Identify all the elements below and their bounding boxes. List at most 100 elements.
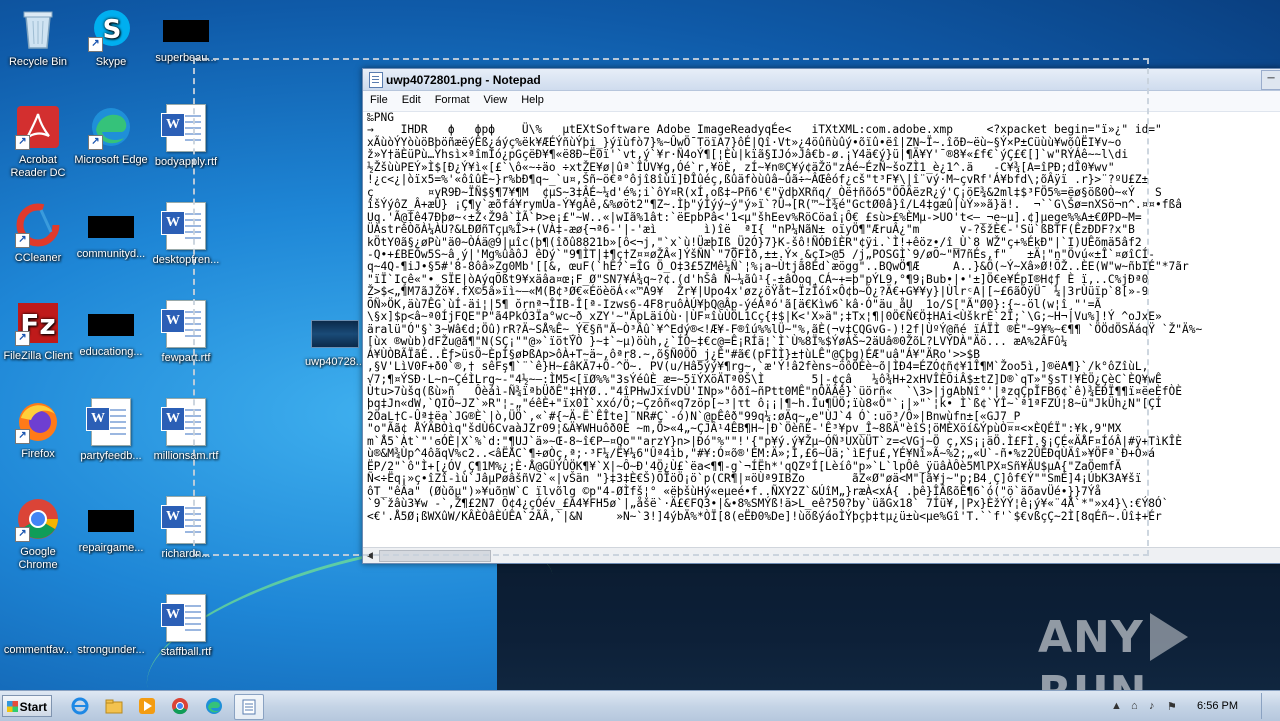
desktop-icon-superbeau[interactable]: superbeau... — [148, 6, 224, 65]
desktop-icon-firefox[interactable]: ↗ Firefox — [0, 398, 76, 461]
svg-text:S: S — [103, 15, 122, 45]
desktop-icon-fewpart[interactable]: W fewpart.rtf — [148, 300, 224, 365]
windows-logo-icon — [7, 701, 18, 712]
start-button[interactable]: Start — [2, 695, 52, 717]
icon-label: FileZilla Client — [3, 350, 73, 362]
watermark-text-right: RUN — [1038, 667, 1147, 690]
watermark-text-left: ANY — [1038, 612, 1144, 663]
minimize-button[interactable]: ─ — [1261, 70, 1280, 90]
icon-label: communityd... — [76, 248, 146, 260]
desktop-icon-skype[interactable]: S ↗ Skype — [73, 6, 149, 69]
word-doc-icon: W — [86, 398, 131, 446]
skype-icon: S ↗ — [88, 6, 134, 52]
show-hidden-icons-icon[interactable]: ▲ — [1111, 700, 1122, 712]
blank-icon — [15, 610, 61, 640]
explorer-icon — [105, 699, 123, 714]
window-title: uwp4072801.png - Notepad — [386, 73, 541, 87]
icon-label: Recycle Bin — [8, 56, 68, 68]
desktop-icon-staffball[interactable]: W staffball.rtf — [148, 594, 224, 659]
acrobat-icon: ↗ — [15, 104, 61, 150]
icon-label: richardn... — [161, 548, 211, 560]
desktop-icon-commentfav[interactable]: commentfav... — [0, 610, 76, 657]
horizontal-scrollbar[interactable]: ◀ — [363, 547, 1280, 563]
taskbar-edge[interactable] — [200, 694, 228, 718]
firefox-icon: ↗ — [15, 398, 61, 444]
icon-label: desktopfren... — [152, 254, 220, 266]
anyrun-watermark: ANY RUN — [1038, 612, 1280, 690]
icon-label: Acrobat Reader DC — [10, 154, 66, 179]
redacted-icon — [88, 510, 134, 532]
taskbar-notepad[interactable] — [234, 694, 264, 720]
edge-icon: ↗ — [88, 104, 134, 150]
menu-bar: File Edit Format View Help — [363, 91, 1280, 112]
desktop-icon-desktopfren[interactable]: W desktopfren... — [148, 202, 224, 267]
chrome-icon — [172, 698, 188, 715]
shortcut-arrow-icon: ↗ — [15, 135, 30, 150]
ie-icon — [71, 697, 89, 715]
shortcut-arrow-icon: ↗ — [15, 429, 30, 444]
redacted-icon — [88, 314, 134, 336]
image-thumbnail-icon — [311, 320, 359, 348]
word-doc-icon: W — [161, 300, 206, 348]
notepad-window[interactable]: uwp4072801.png - Notepad ─ File Edit Forma… — [362, 68, 1280, 564]
notepad-text-area[interactable]: ‰PNG → IHDR ϕ фрф Ü\% µtEXtSoftware Adob… — [363, 111, 1280, 547]
scroll-left-icon[interactable]: ◀ — [366, 550, 373, 561]
icon-label: CCleaner — [14, 252, 62, 264]
icon-label: partyfeedb... — [80, 450, 142, 462]
shortcut-arrow-icon: ↗ — [88, 135, 103, 150]
redacted-icon — [163, 20, 209, 42]
scrollbar-thumb[interactable] — [379, 550, 491, 562]
notepad-icon — [242, 699, 256, 715]
system-tray: ▲ ⌂ ♪ ⚑ 6:56 PM — [1105, 691, 1280, 721]
desktop-icon-filezilla[interactable]: Fz ↗ FileZilla Client — [0, 300, 76, 363]
notepad-icon — [369, 72, 383, 88]
taskbar-media-player[interactable] — [133, 694, 161, 718]
icon-label: superbeau... — [155, 52, 217, 64]
volume-icon[interactable]: ♪ — [1149, 700, 1155, 712]
taskbar-ie[interactable] — [66, 694, 94, 718]
play-logo-icon — [1149, 613, 1188, 661]
desktop-icon-communityd[interactable]: communityd... — [73, 202, 149, 261]
menu-file[interactable]: File — [363, 91, 395, 106]
desktop-icon-richardn[interactable]: W richardn... — [148, 496, 224, 561]
show-desktop-button[interactable] — [1261, 693, 1276, 719]
desktop-icon-chrome[interactable]: ↗ Google Chrome — [0, 496, 76, 572]
redacted-icon — [88, 216, 134, 238]
chrome-icon: ↗ — [15, 496, 61, 542]
icon-label: strongunder... — [77, 644, 145, 656]
menu-help[interactable]: Help — [514, 91, 551, 106]
media-player-icon — [139, 698, 155, 714]
desktop-icon-strongunder[interactable]: strongunder... — [73, 610, 149, 657]
desktop-icon-repairgame[interactable]: repairgame... — [73, 496, 149, 555]
notepad-titlebar[interactable]: uwp4072801.png - Notepad ─ — [363, 69, 1280, 91]
desktop-icon-acrobat[interactable]: ↗ Acrobat Reader DC — [0, 104, 76, 180]
network-icon[interactable]: ⌂ — [1131, 700, 1138, 712]
word-doc-icon: W — [161, 202, 206, 250]
edge-icon — [206, 698, 222, 714]
recycle-bin-icon — [15, 6, 61, 52]
desktop-icon-ccleaner[interactable]: ↗ CCleaner — [0, 202, 76, 265]
desktop-icon-millionsam[interactable]: W millionsam.rtf — [148, 398, 224, 463]
shortcut-arrow-icon: ↗ — [88, 37, 103, 52]
clock[interactable]: 6:56 PM — [1197, 700, 1238, 712]
start-label: Start — [19, 700, 47, 714]
ccleaner-icon: ↗ — [15, 202, 61, 248]
taskbar-explorer[interactable] — [100, 694, 128, 718]
taskbar-chrome[interactable] — [166, 694, 194, 718]
desktop-icon-partyfeedb[interactable]: W partyfeedb... — [73, 398, 149, 463]
desktop-icon-edge[interactable]: ↗ Microsoft Edge — [73, 104, 149, 167]
shortcut-arrow-icon: ↗ — [15, 233, 30, 248]
menu-format[interactable]: Format — [428, 91, 477, 106]
menu-edit[interactable]: Edit — [395, 91, 428, 106]
word-doc-icon: W — [161, 104, 206, 152]
icon-label: commentfav... — [3, 644, 73, 656]
blank-icon — [88, 610, 134, 640]
icon-label: staffball.rtf — [160, 646, 212, 658]
desktop-icon-recycle-bin[interactable]: Recycle Bin — [0, 6, 76, 69]
action-center-icon[interactable]: ⚑ — [1167, 700, 1177, 713]
desktop-icon-bodyapply[interactable]: W bodyapply.rtf — [148, 104, 224, 169]
desktop-icon-educationg[interactable]: educationg... — [73, 300, 149, 359]
icon-label: repairgame... — [78, 542, 144, 554]
icon-label: millionsam.rtf — [153, 450, 219, 462]
menu-view[interactable]: View — [477, 91, 515, 106]
